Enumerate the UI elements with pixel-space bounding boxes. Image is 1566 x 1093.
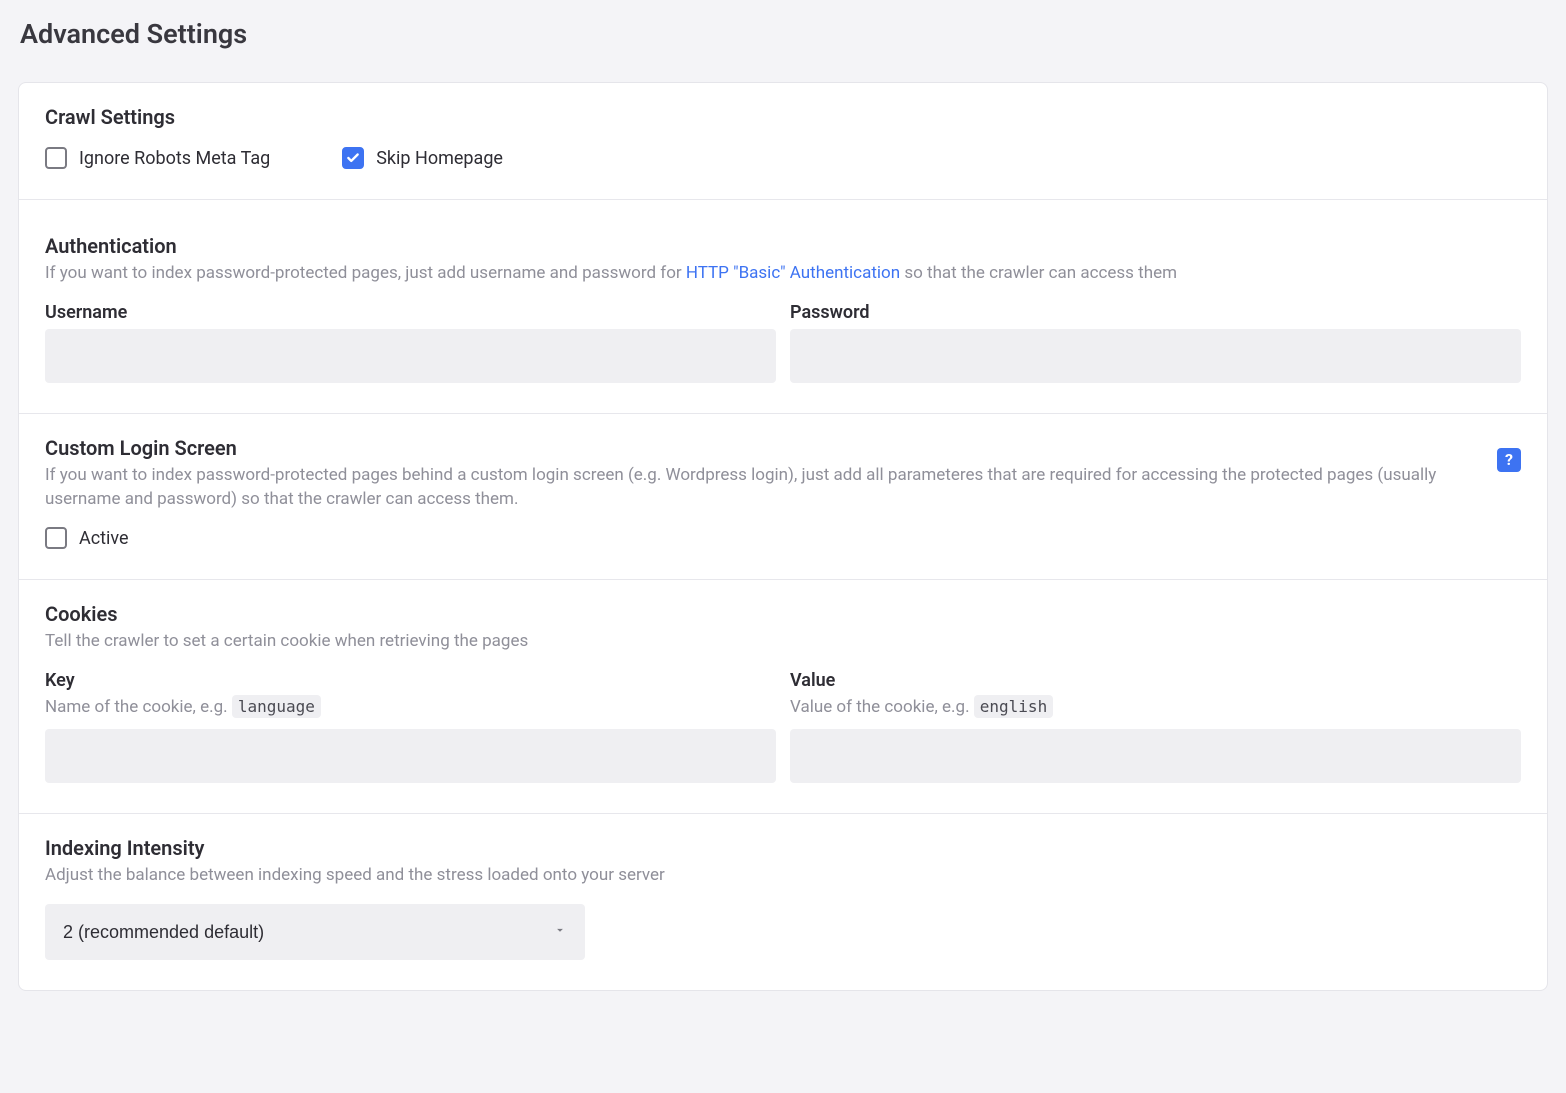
settings-card: Crawl Settings Ignore Robots Meta Tag Sk…	[18, 82, 1548, 991]
custom-login-title: Custom Login Screen	[45, 436, 1497, 460]
authentication-title: Authentication	[45, 234, 1521, 258]
ignore-robots-checkbox[interactable]: Ignore Robots Meta Tag	[45, 147, 270, 169]
http-basic-auth-link[interactable]: HTTP "Basic" Authentication	[686, 263, 900, 283]
help-icon[interactable]: ?	[1497, 448, 1521, 472]
crawl-settings-title: Crawl Settings	[45, 105, 1521, 129]
cookie-value-label: Value	[790, 670, 1521, 691]
custom-login-desc: If you want to index password-protected …	[45, 464, 1497, 512]
ignore-robots-label: Ignore Robots Meta Tag	[79, 148, 270, 169]
indexing-intensity-section: Indexing Intensity Adjust the balance be…	[19, 814, 1547, 990]
cookie-key-input[interactable]	[45, 729, 776, 783]
crawl-settings-section: Crawl Settings Ignore Robots Meta Tag Sk…	[19, 83, 1547, 200]
skip-homepage-label: Skip Homepage	[376, 148, 503, 169]
cookies-title: Cookies	[45, 602, 1521, 626]
authentication-desc: If you want to index password-protected …	[45, 262, 1521, 286]
custom-login-section: Custom Login Screen If you want to index…	[19, 414, 1547, 581]
username-input[interactable]	[45, 329, 776, 383]
cookie-key-sub: Name of the cookie, e.g. language	[45, 697, 776, 717]
checkbox-icon	[45, 147, 67, 169]
cookie-value-input[interactable]	[790, 729, 1521, 783]
skip-homepage-checkbox[interactable]: Skip Homepage	[342, 147, 503, 169]
authentication-section: Authentication If you want to index pass…	[19, 200, 1547, 414]
cookie-value-sub: Value of the cookie, e.g. english	[790, 697, 1521, 717]
cookies-desc: Tell the crawler to set a certain cookie…	[45, 630, 1521, 654]
indexing-intensity-desc: Adjust the balance between indexing spee…	[45, 864, 1521, 888]
checkbox-icon	[342, 147, 364, 169]
cookies-section: Cookies Tell the crawler to set a certai…	[19, 580, 1547, 814]
cookie-key-label: Key	[45, 670, 776, 691]
indexing-intensity-select[interactable]: 2 (recommended default)	[45, 904, 585, 960]
indexing-intensity-title: Indexing Intensity	[45, 836, 1521, 860]
password-label: Password	[790, 302, 1521, 323]
active-checkbox[interactable]: Active	[45, 527, 1521, 549]
username-label: Username	[45, 302, 776, 323]
active-label: Active	[79, 528, 129, 549]
checkbox-icon	[45, 527, 67, 549]
password-input[interactable]	[790, 329, 1521, 383]
page-title: Advanced Settings	[20, 18, 1548, 50]
